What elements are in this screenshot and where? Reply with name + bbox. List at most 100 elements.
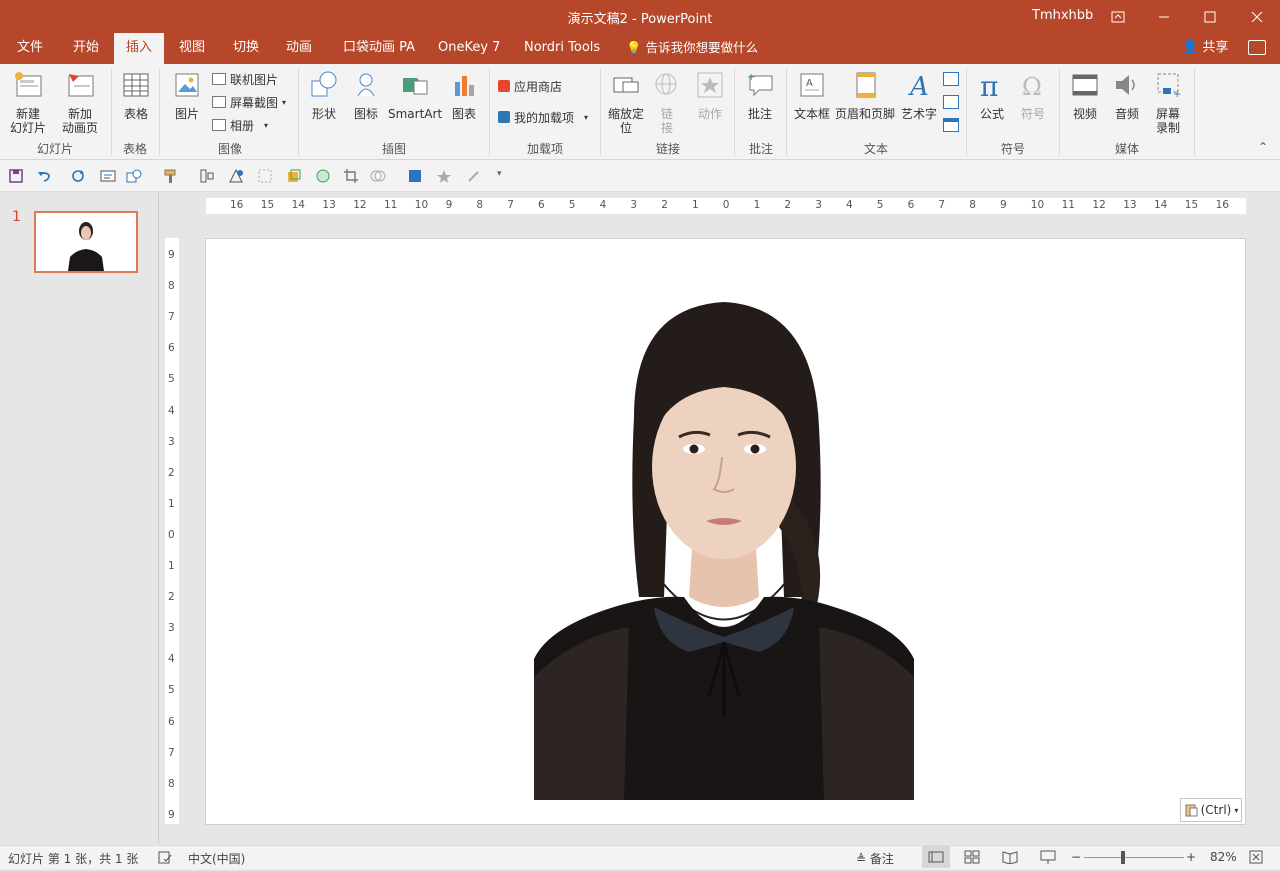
zoom-slider-thumb[interactable]	[1121, 851, 1125, 864]
link-button[interactable]: 链 接	[652, 70, 682, 135]
align-icon[interactable]	[199, 168, 215, 184]
slide-number-icon[interactable]	[943, 95, 959, 109]
tab-file[interactable]: 文件	[9, 33, 51, 64]
tab-nordri-tools[interactable]: Nordri Tools	[516, 33, 608, 64]
share-button[interactable]: 👤 共享	[1182, 33, 1228, 63]
portrait-photo[interactable]	[534, 297, 914, 800]
tab-view[interactable]: 视图	[171, 33, 213, 64]
slide-thumbnail[interactable]	[34, 211, 138, 273]
close-button[interactable]	[1234, 0, 1280, 33]
screen-recording-button[interactable]: + 屏幕 录制	[1148, 70, 1188, 135]
comments-icon[interactable]	[1248, 40, 1266, 55]
spell-check-icon[interactable]	[158, 850, 172, 867]
notes-button[interactable]: ≜ 备注	[856, 850, 894, 867]
new-animation-label-1: 新加	[67, 107, 92, 121]
animation-pane-icon[interactable]	[228, 168, 244, 184]
new-animation-page-icon	[68, 74, 94, 97]
language-indicator[interactable]: 中文(中国)	[188, 850, 245, 867]
audio-button[interactable]: 音频	[1108, 70, 1146, 121]
omega-icon: Ω	[1022, 73, 1042, 101]
zoom-in-button[interactable]: +	[1186, 850, 1196, 864]
online-pictures-button[interactable]: 联机图片	[212, 70, 278, 88]
header-footer-icon	[856, 72, 876, 98]
new-slide-button[interactable]: 新建 幻灯片	[4, 70, 52, 135]
ribbon-display-options-icon[interactable]	[1095, 0, 1141, 33]
undo-icon[interactable]	[36, 168, 52, 184]
svg-text:A: A	[908, 72, 929, 100]
tab-pocket-animation[interactable]: 口袋动画 PA	[335, 33, 423, 64]
tab-transitions[interactable]: 切换	[225, 33, 267, 64]
table-button[interactable]: 表格	[116, 70, 156, 121]
online-pictures-label: 联机图片	[230, 72, 279, 87]
effects-icon[interactable]	[436, 168, 452, 184]
ruler-tick-label: 3	[168, 622, 175, 635]
crop-icon[interactable]	[343, 168, 359, 184]
merge-shapes-icon[interactable]	[370, 168, 386, 184]
icons-button[interactable]: 图标	[348, 70, 384, 121]
new-animation-page-button[interactable]: 新加 动画页	[54, 70, 106, 135]
slideshow-view-button[interactable]	[1040, 850, 1056, 867]
paste-options-button[interactable]: (Ctrl) ▾	[1180, 798, 1242, 822]
normal-view-button[interactable]	[922, 846, 950, 868]
maximize-button[interactable]	[1187, 0, 1233, 33]
zoom-slider[interactable]	[1084, 857, 1184, 858]
smartart-button[interactable]: SmartArt	[388, 70, 442, 121]
textbox-button[interactable]: A 文本框	[792, 70, 832, 121]
tab-home[interactable]: 开始	[65, 33, 107, 64]
collapse-ribbon-icon[interactable]: ⌃	[1258, 140, 1268, 154]
ruler-tick-label: 9	[168, 249, 175, 261]
ruler-tick-label: 4	[168, 653, 175, 666]
tell-me-box[interactable]: 💡 告诉我你想要做什么	[626, 33, 758, 63]
picture-button[interactable]: 图片	[167, 70, 207, 121]
tab-animations[interactable]: 动画	[278, 33, 320, 64]
ruler-tick-label: 10	[1030, 199, 1045, 211]
format-painter-icon[interactable]	[163, 168, 179, 184]
ruler-tick-label: 9	[445, 199, 453, 211]
action-button[interactable]: 动作	[692, 70, 728, 121]
svg-text:+: +	[747, 72, 755, 83]
ruler-tick-label: 16	[230, 199, 244, 211]
comment-icon: +	[747, 72, 773, 97]
equation-button[interactable]: π 公式	[974, 70, 1010, 121]
symbol-button[interactable]: Ω 符号	[1014, 70, 1052, 121]
textbox-quick-icon[interactable]	[100, 168, 116, 184]
zoom-out-button[interactable]: −	[1071, 850, 1081, 864]
reading-view-button[interactable]	[1002, 850, 1018, 867]
ruler-tick-label: 5	[168, 684, 175, 697]
photo-album-button[interactable]: 相册 ▾	[212, 116, 268, 134]
shape-fill-icon[interactable]	[286, 168, 302, 184]
video-button[interactable]: 视频	[1066, 70, 1104, 121]
minimize-button[interactable]	[1141, 0, 1187, 33]
slide-sorter-view-button[interactable]	[964, 850, 980, 867]
my-addins-button[interactable]: 我的加载项 ▾	[498, 108, 588, 126]
ellipse-icon[interactable]	[315, 168, 331, 184]
fit-to-window-icon[interactable]	[1249, 850, 1263, 867]
date-time-icon[interactable]	[943, 72, 959, 86]
office-store-button[interactable]: 应用商店	[498, 77, 562, 95]
comment-button[interactable]: + 批注	[742, 70, 778, 121]
tab-insert[interactable]: 插入	[114, 33, 164, 64]
rectangle-fill-icon[interactable]	[407, 168, 423, 184]
zoom-label-1: 缩放定	[607, 107, 644, 121]
shapes-quick-icon[interactable]	[126, 168, 142, 184]
slide-number: 1	[12, 209, 21, 225]
ruler-tick-label: 2	[168, 591, 175, 604]
customize-qat-icon[interactable]: ▾	[497, 169, 502, 179]
save-icon[interactable]	[8, 168, 24, 184]
user-name[interactable]: Tmhxhbb	[1032, 8, 1093, 23]
tab-onekey[interactable]: OneKey 7	[430, 33, 508, 64]
ruler-tick-label: 3	[815, 199, 822, 211]
zoom-button[interactable]: 缩放定 位	[604, 70, 648, 135]
shapes-button[interactable]: 形状	[304, 70, 344, 121]
slide-canvas[interactable]	[205, 238, 1246, 825]
chart-button[interactable]: 图表	[446, 70, 482, 121]
wordart-button[interactable]: A 艺术字	[900, 70, 938, 121]
header-footer-button[interactable]: 页眉和页脚	[834, 70, 896, 121]
redo-icon[interactable]	[70, 168, 86, 184]
ruler-tick-label: 7	[168, 311, 175, 324]
group-objects-icon[interactable]	[257, 168, 273, 184]
eyedropper-icon[interactable]	[466, 168, 482, 184]
object-icon[interactable]	[943, 118, 959, 132]
zoom-level[interactable]: 82%	[1210, 850, 1237, 864]
screenshot-button[interactable]: 屏幕截图 ▾	[212, 93, 286, 111]
